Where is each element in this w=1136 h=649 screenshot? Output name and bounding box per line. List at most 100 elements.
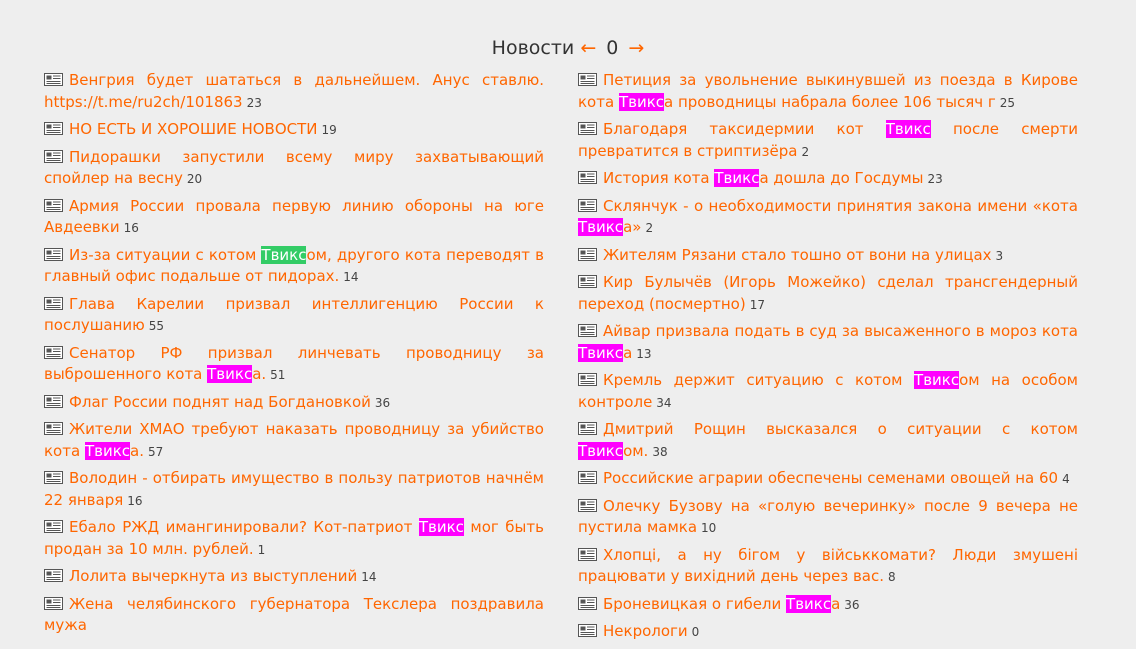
comment-count: 3: [995, 248, 1004, 263]
comment-count: 4: [1062, 472, 1070, 486]
news-title-link[interactable]: Склянчук - о необходимости принятия зако…: [578, 197, 1078, 236]
highlighted-keyword: Твикс: [84, 441, 130, 460]
title-text: а»: [623, 218, 642, 236]
news-item: Петиция за увольнение выкинувшей из поез…: [578, 70, 1078, 114]
comment-count: 19: [321, 123, 337, 137]
news-title-link[interactable]: Глава Карелии призвал интеллигенцию Росс…: [44, 295, 544, 335]
title-text: а дошла до Госдумы: [759, 169, 924, 187]
news-title-link[interactable]: Жителям Рязани стало тошно от вони на ул…: [603, 246, 992, 264]
newspaper-icon: [578, 198, 597, 212]
news-item: Хлопці, а ну бігом у військкомати? Люди …: [578, 545, 1078, 589]
newspaper-icon: [578, 373, 597, 386]
title-text: а.: [130, 441, 144, 460]
news-item: НО ЕСТЬ И ХОРОШИЕ НОВОСТИ 19: [44, 119, 544, 142]
title-text: ом.: [623, 441, 649, 460]
news-item: Некрологи 0: [578, 621, 1078, 644]
title-text: Пидорашки запустили всему миру захватыва…: [44, 147, 544, 188]
title-text: Флаг России поднят над Богдановкой: [69, 392, 371, 411]
news-title-link[interactable]: Благодаря таксидермии кот Твикс после см…: [578, 120, 1078, 160]
title-text: Жителям Рязани стало тошно от вони на ул…: [603, 245, 992, 264]
comment-count: 10: [701, 521, 717, 535]
news-item: Броневицкая о гибели Твикса 36: [578, 594, 1078, 617]
news-title-link[interactable]: Флаг России поднят над Богдановкой: [69, 393, 371, 411]
highlighted-keyword: Твикс: [786, 594, 832, 613]
comment-count: 55: [148, 319, 165, 333]
newspaper-icon: [578, 471, 597, 484]
newspaper-icon: [44, 596, 63, 610]
highlighted-keyword: Твикс: [885, 120, 931, 138]
newspaper-icon: [44, 149, 63, 163]
news-title-link[interactable]: Российские аграрии обеспечены семенами о…: [603, 469, 1058, 487]
comment-count: 13: [636, 346, 652, 361]
newspaper-icon: [44, 520, 63, 533]
news-title-link[interactable]: Лолита вычеркнута из выступлений: [69, 567, 357, 585]
comment-count: 36: [844, 597, 860, 612]
title-text: Хлопці, а ну бігом у військкомати? Люди …: [578, 545, 1078, 586]
newspaper-icon: [44, 198, 63, 212]
news-item: Кир Булычёв (Игорь Можейко) сделал транс…: [578, 272, 1078, 316]
newspaper-icon: [44, 296, 63, 310]
title-text: а: [623, 343, 633, 362]
title-text: Броневицкая о гибели: [603, 594, 787, 613]
news-item: Лолита вычеркнута из выступлений 14: [44, 566, 544, 589]
highlighted-keyword: Твикс: [714, 169, 760, 187]
news-title-link[interactable]: Из-за ситуации с котом Твиксом, другого …: [44, 245, 544, 285]
newspaper-icon: [578, 498, 597, 512]
news-title-link[interactable]: Сенатор РФ призвал линчевать проводницу …: [44, 344, 544, 383]
newspaper-icon: [44, 471, 63, 484]
news-title-link[interactable]: Жена челябинского губернатора Текслера п…: [44, 595, 544, 635]
comment-count: 51: [270, 368, 286, 382]
title-text: Российские аграрии обеспечены семенами о…: [603, 469, 1059, 487]
news-title-link[interactable]: Пидорашки запустили всему миру захватыва…: [44, 148, 544, 188]
title-text: Кремль держит ситуацию с котом: [603, 371, 915, 389]
title-text: Жена челябинского губернатора Текслера п…: [44, 594, 544, 635]
news-title-link[interactable]: Броневицкая о гибели Твикса: [603, 594, 841, 613]
news-item: Из-за ситуации с котом Твиксом, другого …: [44, 245, 544, 289]
title-text: НО ЕСТЬ И ХОРОШИЕ НОВОСТИ: [69, 120, 318, 138]
news-title-link[interactable]: Венгрия будет шататься в дальнейшем. Ану…: [44, 71, 544, 111]
news-column-right: Петиция за увольнение выкинувшей из поез…: [578, 70, 1078, 649]
newspaper-icon: [578, 624, 597, 637]
news-item: Жена челябинского губернатора Текслера п…: [44, 594, 544, 637]
title-text: а проводницы набрала более 106 тысяч г: [664, 92, 996, 111]
newspaper-icon: [578, 73, 597, 86]
highlighted-keyword: Твикс: [578, 218, 624, 236]
comment-count: 14: [361, 570, 377, 584]
comment-count: 34: [656, 395, 672, 410]
news-title-link[interactable]: НО ЕСТЬ И ХОРОШИЕ НОВОСТИ: [69, 120, 318, 138]
news-title-link[interactable]: Айвар призвала подать в суд за высаженно…: [578, 322, 1078, 362]
news-title-link[interactable]: Кир Булычёв (Игорь Можейко) сделал транс…: [578, 273, 1078, 313]
prev-page-arrow[interactable]: ←: [580, 37, 596, 59]
highlighted-keyword: Твикс: [618, 92, 664, 111]
title-text: а: [831, 594, 841, 613]
news-title-link[interactable]: Володин - отбирать имущество в пользу па…: [44, 469, 544, 509]
comment-count: 36: [374, 395, 391, 410]
title-text: Кир Булычёв (Игорь Можейко) сделал транс…: [578, 273, 1078, 313]
news-title-link[interactable]: Жители ХМАО требуют наказать проводницу …: [44, 420, 544, 460]
next-page-arrow[interactable]: →: [628, 37, 644, 59]
highlighted-keyword: Твикс: [418, 518, 464, 536]
title-text: Олечку Бузову на «голую вечеринку» после…: [578, 496, 1078, 537]
title-text: Ебало РЖД имангинировали? Кот-патриот: [69, 518, 419, 536]
highlighted-keyword: Твикс: [207, 365, 253, 383]
news-title-link[interactable]: Хлопці, а ну бігом у військкомати? Люди …: [578, 546, 1078, 586]
comment-count: 57: [147, 444, 164, 459]
title-text: Айвар призвала подать в суд за высаженно…: [603, 322, 1078, 340]
newspaper-icon: [578, 422, 597, 435]
news-column-left: Венгрия будет шататься в дальнейшем. Ану…: [44, 70, 544, 642]
news-title-link[interactable]: История кота Твикса дошла до Госдумы: [603, 169, 924, 187]
news-title-link[interactable]: Некрологи: [603, 622, 688, 640]
highlighted-keyword: Твикс: [914, 371, 960, 389]
news-item: Сенатор РФ призвал линчевать проводницу …: [44, 343, 544, 387]
title-text: Глава Карелии призвал интеллигенцию Росс…: [44, 294, 544, 335]
news-title-link[interactable]: Ебало РЖД имангинировали? Кот-патриот Тв…: [44, 518, 544, 558]
news-item: Кремль держит ситуацию с котом Твиксом н…: [578, 370, 1078, 414]
page-title: Новости: [491, 37, 575, 59]
news-title-link[interactable]: Олечку Бузову на «голую вечеринку» после…: [578, 497, 1078, 537]
news-title-link[interactable]: Армия России провала первую линию оборон…: [44, 197, 544, 237]
comment-count: 14: [343, 270, 359, 284]
news-title-link[interactable]: Кремль держит ситуацию с котом Твиксом н…: [578, 371, 1078, 411]
news-item: История кота Твикса дошла до Госдумы 23: [578, 168, 1078, 191]
news-item: Володин - отбирать имущество в пользу па…: [44, 468, 544, 512]
comment-count: 2: [801, 144, 810, 159]
